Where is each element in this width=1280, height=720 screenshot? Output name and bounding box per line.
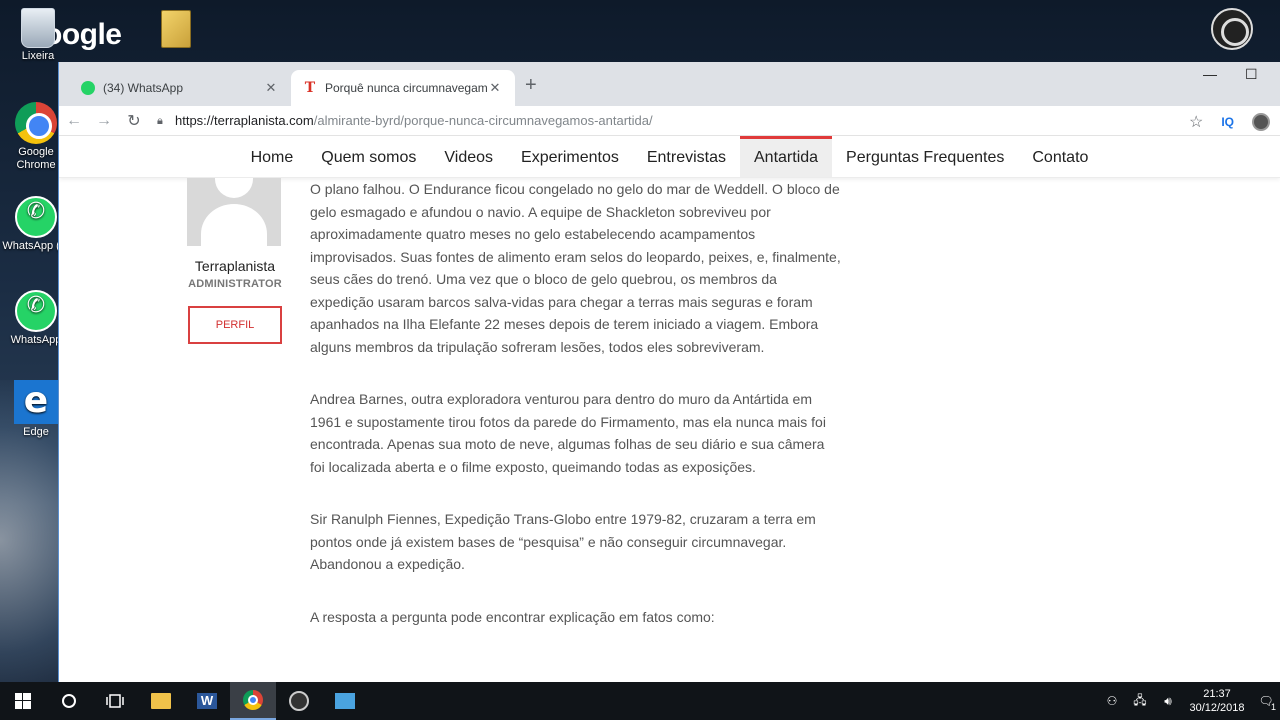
- edge-icon: e: [14, 380, 58, 424]
- new-tab-icon[interactable]: +: [525, 74, 537, 97]
- folder-shortcut[interactable]: [138, 10, 214, 50]
- tab-strip: (34) WhatsApp ✕ T Porquê nunca circumnav…: [59, 62, 1280, 106]
- author-name: Terraplanista: [194, 258, 276, 274]
- people-icon[interactable]: ⚇: [1098, 694, 1126, 708]
- tab-title: (34) WhatsApp: [103, 81, 184, 95]
- app-window-icon: [335, 693, 355, 709]
- folder-icon: [161, 10, 191, 48]
- url-path: /almirante-byrd/porque-nunca-circumnaveg…: [313, 113, 653, 128]
- recycle-bin-shortcut[interactable]: Lixeira: [0, 8, 76, 63]
- extension-iq-icon[interactable]: IQ: [1221, 115, 1234, 129]
- terraplanista-favicon-icon: T: [304, 80, 316, 96]
- bookmark-star-icon[interactable]: ☆: [1189, 112, 1203, 132]
- action-center-button[interactable]: 🗨︎ 1: [1252, 694, 1280, 712]
- chrome-icon: [243, 690, 263, 710]
- article-paragraph: Sir Ranulph Fiennes, Expedição Trans-Glo…: [310, 511, 816, 572]
- nav-quem-somos[interactable]: Quem somos: [307, 136, 430, 177]
- taskbar-app[interactable]: [322, 682, 368, 720]
- nav-antartida[interactable]: Antartida: [740, 136, 833, 177]
- maximize-icon[interactable]: ☐: [1245, 66, 1258, 83]
- windows-icon: [15, 693, 31, 709]
- minimize-icon[interactable]: —: [1203, 66, 1217, 82]
- page-content: Terraplanista ADMINISTRATOR PERFIL O pla…: [59, 178, 1280, 682]
- chrome-icon: [15, 102, 57, 144]
- nav-experimentos[interactable]: Experimentos: [507, 136, 633, 177]
- clock-time: 21:37: [1203, 688, 1231, 700]
- article-paragraph: A resposta a pergunta pode encontrar exp…: [310, 608, 715, 625]
- author-role: ADMINISTRATOR: [188, 278, 282, 290]
- forward-icon[interactable]: →: [89, 112, 119, 130]
- taskbar-chrome[interactable]: [230, 682, 276, 720]
- address-bar[interactable]: https://terraplanista.com/almirante-byrd…: [175, 113, 653, 128]
- whatsapp-label-2: WhatsApp: [10, 334, 62, 346]
- clock[interactable]: 21:37 30/12/2018: [1182, 687, 1252, 715]
- profile-avatar-icon[interactable]: [1252, 113, 1270, 131]
- reload-icon[interactable]: ↻: [119, 111, 149, 131]
- site-navigation: Home Quem somos Videos Experimentos Entr…: [59, 136, 1280, 178]
- obs-icon: [1211, 8, 1253, 50]
- close-icon[interactable]: ✕: [263, 80, 279, 96]
- close-icon[interactable]: ✕: [487, 80, 503, 96]
- nav-home[interactable]: Home: [237, 136, 308, 177]
- word-icon: W: [197, 693, 217, 709]
- taskbar-obs[interactable]: [276, 682, 322, 720]
- browser-window: (34) WhatsApp ✕ T Porquê nunca circumnav…: [58, 62, 1280, 682]
- recycle-bin-label: Lixeira: [21, 50, 55, 62]
- task-view-button[interactable]: [92, 682, 138, 720]
- tab-article[interactable]: T Porquê nunca circumnavegamos ✕: [291, 70, 515, 106]
- article-paragraph: Andrea Barnes, outra exploradora venturo…: [310, 391, 826, 475]
- tab-title: Porquê nunca circumnavegamos: [325, 81, 487, 95]
- volume-icon[interactable]: 🔊︎: [1154, 694, 1182, 709]
- article-body: O plano falhou. O Endurance ficou congel…: [310, 178, 842, 658]
- article-paragraph: O plano falhou. O Endurance ficou congel…: [310, 181, 841, 355]
- taskbar: W ⚇ 🖧︎ 🔊︎ 21:37 30/12/2018 🗨︎ 1: [0, 682, 1280, 720]
- obs-icon: [289, 691, 309, 711]
- start-button[interactable]: [0, 682, 46, 720]
- nav-entrevistas[interactable]: Entrevistas: [633, 136, 740, 177]
- lock-icon[interactable]: 🔒︎: [157, 115, 167, 127]
- notification-count: 1: [1270, 702, 1276, 712]
- whatsapp-icon: [15, 290, 57, 332]
- recycle-bin-icon: [21, 8, 55, 48]
- taskbar-file-explorer[interactable]: [138, 682, 184, 720]
- network-icon[interactable]: 🖧︎: [1126, 691, 1154, 712]
- taskbar-word[interactable]: W: [184, 682, 230, 720]
- tab-whatsapp[interactable]: (34) WhatsApp ✕: [69, 70, 291, 106]
- whatsapp-favicon-icon: [81, 81, 95, 95]
- clock-date: 30/12/2018: [1189, 702, 1245, 714]
- author-box: Terraplanista ADMINISTRATOR PERFIL: [187, 178, 283, 344]
- edge-label: Edge: [23, 426, 49, 438]
- nav-contato[interactable]: Contato: [1018, 136, 1102, 177]
- nav-perguntas-frequentes[interactable]: Perguntas Frequentes: [832, 136, 1018, 177]
- system-tray: ⚇ 🖧︎ 🔊︎ 21:37 30/12/2018 🗨︎ 1: [1098, 682, 1280, 720]
- task-view-icon: [106, 694, 124, 708]
- folder-icon: [151, 693, 171, 709]
- whatsapp-icon: [15, 196, 57, 238]
- search-button[interactable]: [46, 682, 92, 720]
- author-avatar: [187, 178, 281, 246]
- browser-toolbar: ← → ↻ 🔒︎ https://terraplanista.com/almir…: [59, 106, 1280, 136]
- obs-shortcut[interactable]: [1194, 8, 1270, 52]
- back-icon[interactable]: ←: [59, 112, 89, 130]
- cortana-circle-icon: [62, 694, 76, 708]
- profile-button[interactable]: PERFIL: [188, 306, 282, 344]
- nav-videos[interactable]: Videos: [430, 136, 507, 177]
- chrome-label: Google Chrome: [16, 146, 56, 171]
- url-host: https://terraplanista.com: [175, 113, 314, 128]
